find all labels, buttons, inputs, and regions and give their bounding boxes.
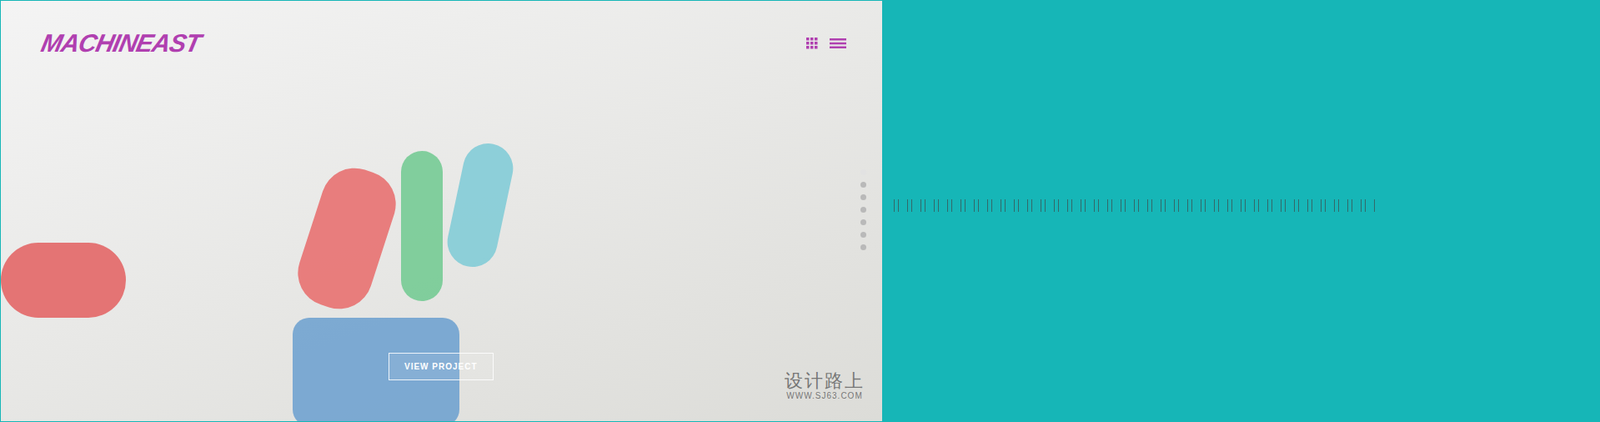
slide-dot[interactable] <box>860 169 867 176</box>
slide-dot[interactable] <box>860 231 867 238</box>
slide-dot[interactable] <box>860 244 867 251</box>
slide-dots <box>860 169 867 251</box>
view-project-button[interactable]: VIEW PROJECT <box>388 352 494 381</box>
slide-dot[interactable] <box>860 206 867 213</box>
slide-dot[interactable] <box>860 194 867 201</box>
page: MACHINEAST VIEW PROJECT 设计路上 WWW.SJ63.CO… <box>0 0 1600 422</box>
hero-panel: MACHINEAST VIEW PROJECT 设计路上 WWW.SJ63.CO… <box>0 0 883 422</box>
menu-icon[interactable] <box>829 37 847 50</box>
missing-glyph-strip <box>892 199 1375 212</box>
logo[interactable]: MACHINEAST <box>38 29 203 58</box>
watermark: 设计路上 WWW.SJ63.COM <box>784 371 865 401</box>
slide-dot[interactable] <box>860 219 867 226</box>
slide-dot[interactable] <box>860 181 867 188</box>
nav-icons <box>806 37 847 50</box>
side-panel <box>882 0 1600 422</box>
grid-icon[interactable] <box>806 37 818 50</box>
